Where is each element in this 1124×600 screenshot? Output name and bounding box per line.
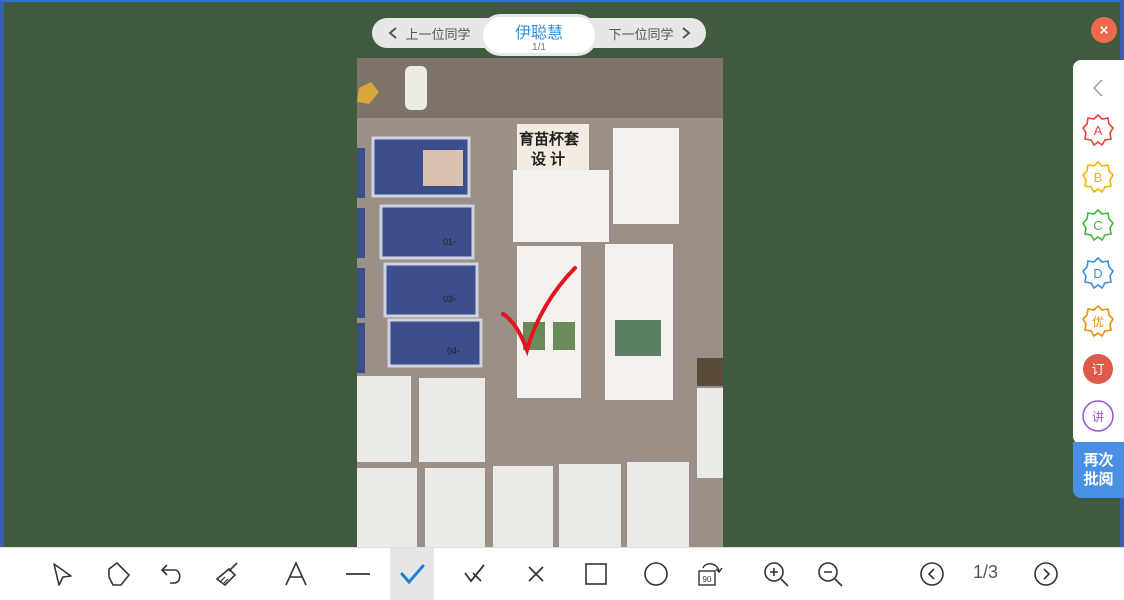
grade-d-button[interactable]: D [1080, 255, 1116, 291]
rotate-label: 90 [703, 575, 712, 584]
half-check-icon [464, 564, 485, 583]
homework-photo: 01- 03- 04- 育苗杯套 设 计 [357, 58, 723, 547]
poster-title-line2: 设 计 [531, 150, 565, 168]
checkmark-icon [400, 564, 425, 585]
grade-b-button[interactable]: B [1080, 159, 1116, 195]
previous-page-button[interactable] [910, 548, 954, 600]
current-student[interactable]: 伊聪慧 1/1 [480, 14, 598, 56]
correct-mark-tool[interactable] [390, 548, 434, 600]
student-page-count: 1/1 [532, 42, 546, 53]
grade-panel: A B C D 优 订 讲 [1073, 60, 1124, 444]
line-tool[interactable] [336, 548, 380, 600]
close-button[interactable] [1091, 17, 1117, 43]
undo-tool[interactable] [150, 548, 194, 600]
cross-icon [528, 566, 544, 582]
student-navigator: 上一位同学 下一位同学 伊聪慧 1/1 [372, 14, 706, 56]
broom-icon [215, 562, 238, 587]
text-icon [285, 561, 307, 586]
poster-title-line1: 育苗杯套 [519, 130, 580, 148]
chevron-right-icon [681, 27, 691, 39]
circle-icon [644, 562, 668, 586]
next-student-label: 下一位同学 [608, 26, 674, 42]
circle-chevron-left-icon [920, 562, 944, 586]
collapse-panel-icon[interactable] [1092, 78, 1104, 98]
eraser-tool[interactable] [96, 548, 140, 600]
correction-button[interactable]: 订 [1080, 351, 1116, 387]
chevron-left-icon [388, 27, 398, 39]
circle-tool[interactable] [634, 548, 678, 600]
card-label-1: 01- [443, 237, 456, 247]
cursor-icon [53, 563, 72, 586]
page-indicator: 1/3 [973, 562, 999, 582]
card-label-2: 03- [443, 294, 456, 304]
explain-button[interactable]: 讲 [1080, 398, 1116, 434]
zoom-in-icon [764, 562, 789, 587]
clear-tool[interactable] [206, 548, 250, 600]
text-tool[interactable] [274, 548, 318, 600]
correction-label: 订 [1091, 362, 1104, 377]
grade-c-button[interactable]: C [1080, 207, 1116, 243]
rectangle-tool[interactable] [574, 548, 618, 600]
zoom-out-tool[interactable] [808, 548, 852, 600]
grade-excellent-button[interactable]: 优 [1080, 303, 1116, 339]
grade-excellent-label: 优 [1092, 315, 1104, 329]
grade-b-label: B [1094, 170, 1103, 185]
student-name: 伊聪慧 [514, 25, 563, 42]
wrong-mark-tool[interactable] [514, 548, 558, 600]
select-tool[interactable] [40, 548, 84, 600]
rectangle-icon [585, 563, 607, 585]
grade-d-label: D [1093, 266, 1102, 281]
close-icon [1100, 26, 1108, 34]
rotate-tool[interactable]: 90 [688, 548, 732, 600]
card-label-3: 04- [447, 346, 460, 356]
regrade-label: 再次 批阅 [1083, 452, 1114, 488]
grade-c-label: C [1093, 218, 1102, 233]
line-icon [346, 573, 370, 575]
next-page-button[interactable] [1024, 548, 1068, 600]
circle-chevron-right-icon [1034, 562, 1058, 586]
explain-label: 讲 [1092, 409, 1104, 424]
regrade-button[interactable]: 再次 批阅 [1073, 442, 1124, 498]
previous-student-label: 上一位同学 [405, 26, 471, 42]
undo-icon [160, 564, 181, 584]
zoom-in-tool[interactable] [754, 548, 798, 600]
eraser-icon [108, 562, 130, 586]
rotate-icon: 90 [698, 563, 723, 586]
zoom-out-icon [818, 562, 843, 587]
grade-a-button[interactable]: A [1080, 112, 1116, 148]
grade-a-label: A [1094, 123, 1103, 138]
half-correct-mark-tool[interactable] [452, 548, 496, 600]
